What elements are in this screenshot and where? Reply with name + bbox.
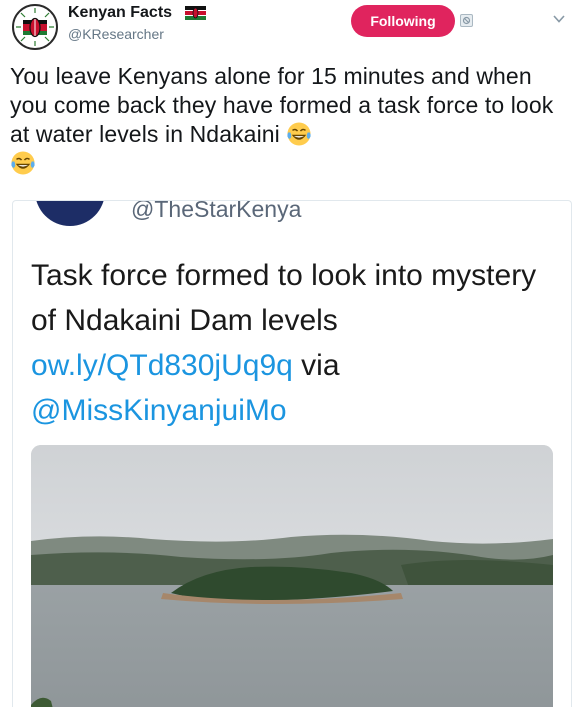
tears-of-joy-emoji-icon (287, 122, 312, 146)
kenya-flag-icon (185, 6, 206, 20)
block-icon[interactable] (460, 14, 473, 27)
quoted-handle: @TheStarKenya (131, 200, 302, 222)
profile-avatar[interactable] (12, 4, 58, 50)
dam-photo[interactable] (31, 445, 553, 707)
tweet-body: You leave Kenyans alone for 15 minutes a… (10, 62, 566, 178)
quoted-mention[interactable]: @MissKinyanjuiMo (31, 394, 287, 427)
quoted-avatar (35, 201, 105, 226)
quoted-text-body: Task force formed to look into mystery o… (31, 259, 537, 337)
following-button[interactable]: Following (351, 5, 455, 37)
chevron-down-icon[interactable] (552, 12, 566, 26)
author-handle[interactable]: @KResearcher (68, 26, 164, 42)
quoted-link[interactable]: ow.ly/QTd830jUq9q (31, 349, 293, 382)
tweet-header: Kenyan Facts @KResearcher Following (0, 0, 576, 56)
attached-screenshot[interactable]: @TheStarKenya Task force formed to look … (12, 200, 572, 707)
tears-of-joy-emoji-icon (11, 151, 35, 175)
tweet-text: You leave Kenyans alone for 15 minutes a… (10, 63, 554, 147)
quoted-via: via (292, 349, 340, 382)
author-display-name[interactable]: Kenyan Facts (68, 4, 172, 22)
quoted-tweet-text: Task force formed to look into mystery o… (31, 253, 551, 433)
